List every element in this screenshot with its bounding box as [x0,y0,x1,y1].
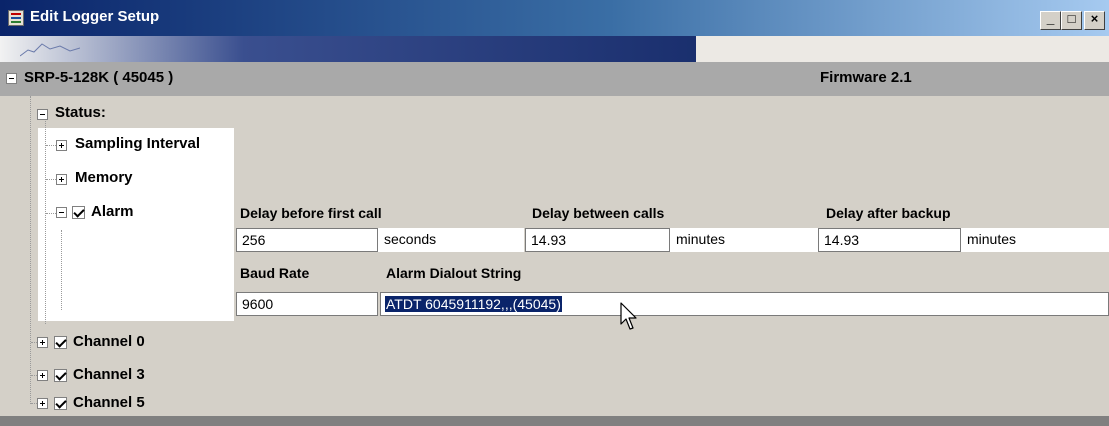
dialout-selected-text: ATDT 6045911192,,,(45045) [385,296,562,312]
status-node[interactable]: Status: [55,104,106,121]
tree-guide-line [30,96,32,404]
expand-sampling-icon[interactable] [56,140,67,151]
device-name: SRP-5-128K ( 45045 ) [24,69,174,86]
collapse-alarm-icon[interactable] [56,207,67,218]
channel-0-node[interactable]: Channel 0 [73,333,145,350]
channel-5-checkbox[interactable] [54,397,67,410]
banner-strip [0,36,696,62]
edit-logger-window: Edit Logger Setup _ □ × SRP-5-128K ( 450… [0,0,1109,426]
window-title: Edit Logger Setup [30,8,160,25]
expand-channel-3-icon[interactable] [37,370,48,381]
device-header-row: SRP-5-128K ( 45045 ) Firmware 2.1 [0,62,1109,96]
delay-after-backup-label: Delay after backup [826,205,951,221]
baud-rate-input[interactable]: 9600 [236,292,378,316]
expand-channel-0-icon[interactable] [37,337,48,348]
tree-white-area [38,128,234,321]
delay-first-call-label: Delay before first call [240,205,382,221]
bottom-border [0,416,1109,426]
alarm-dialout-input[interactable]: ATDT 6045911192,,,(45045) [380,292,1109,316]
sampling-interval-node[interactable]: Sampling Interval [75,135,200,152]
channel-3-node[interactable]: Channel 3 [73,366,145,383]
channel-5-node[interactable]: Channel 5 [73,394,145,411]
banner-blank [696,36,1109,62]
tree-guide-line [46,213,56,215]
maximize-icon[interactable]: □ [1061,11,1082,30]
tree-guide-line [46,179,56,181]
chart-graphic-icon [20,43,80,57]
alarm-node[interactable]: Alarm [91,203,134,220]
delay-after-backup-input[interactable]: 14.93 [818,228,961,252]
expand-channel-5-icon[interactable] [37,398,48,409]
close-icon[interactable]: × [1084,11,1105,30]
channel-0-checkbox[interactable] [54,336,67,349]
delay-first-call-input[interactable]: 256 [236,228,378,252]
mouse-cursor-icon [620,302,637,330]
channel-3-checkbox[interactable] [54,369,67,382]
alarm-checkbox[interactable] [72,206,85,219]
baud-rate-label: Baud Rate [240,265,310,281]
delay-between-calls-unit: minutes [670,228,818,252]
delay-first-call-unit: seconds [378,228,524,252]
delay-after-backup-unit: minutes [961,228,1109,252]
delay-between-calls-label: Delay between calls [532,205,665,221]
app-icon[interactable] [8,10,24,26]
collapse-status-icon[interactable] [37,109,48,120]
collapse-device-icon[interactable] [6,73,17,84]
minimize-icon[interactable]: _ [1040,11,1061,30]
delay-between-calls-input[interactable]: 14.93 [525,228,670,252]
tree-guide-line [46,145,56,147]
tree-guide-line [61,230,63,310]
firmware-version: Firmware 2.1 [820,69,912,86]
expand-memory-icon[interactable] [56,174,67,185]
memory-node[interactable]: Memory [75,169,133,186]
title-bar[interactable]: Edit Logger Setup _ □ × [0,0,1109,36]
alarm-dialout-label: Alarm Dialout String [386,265,522,281]
